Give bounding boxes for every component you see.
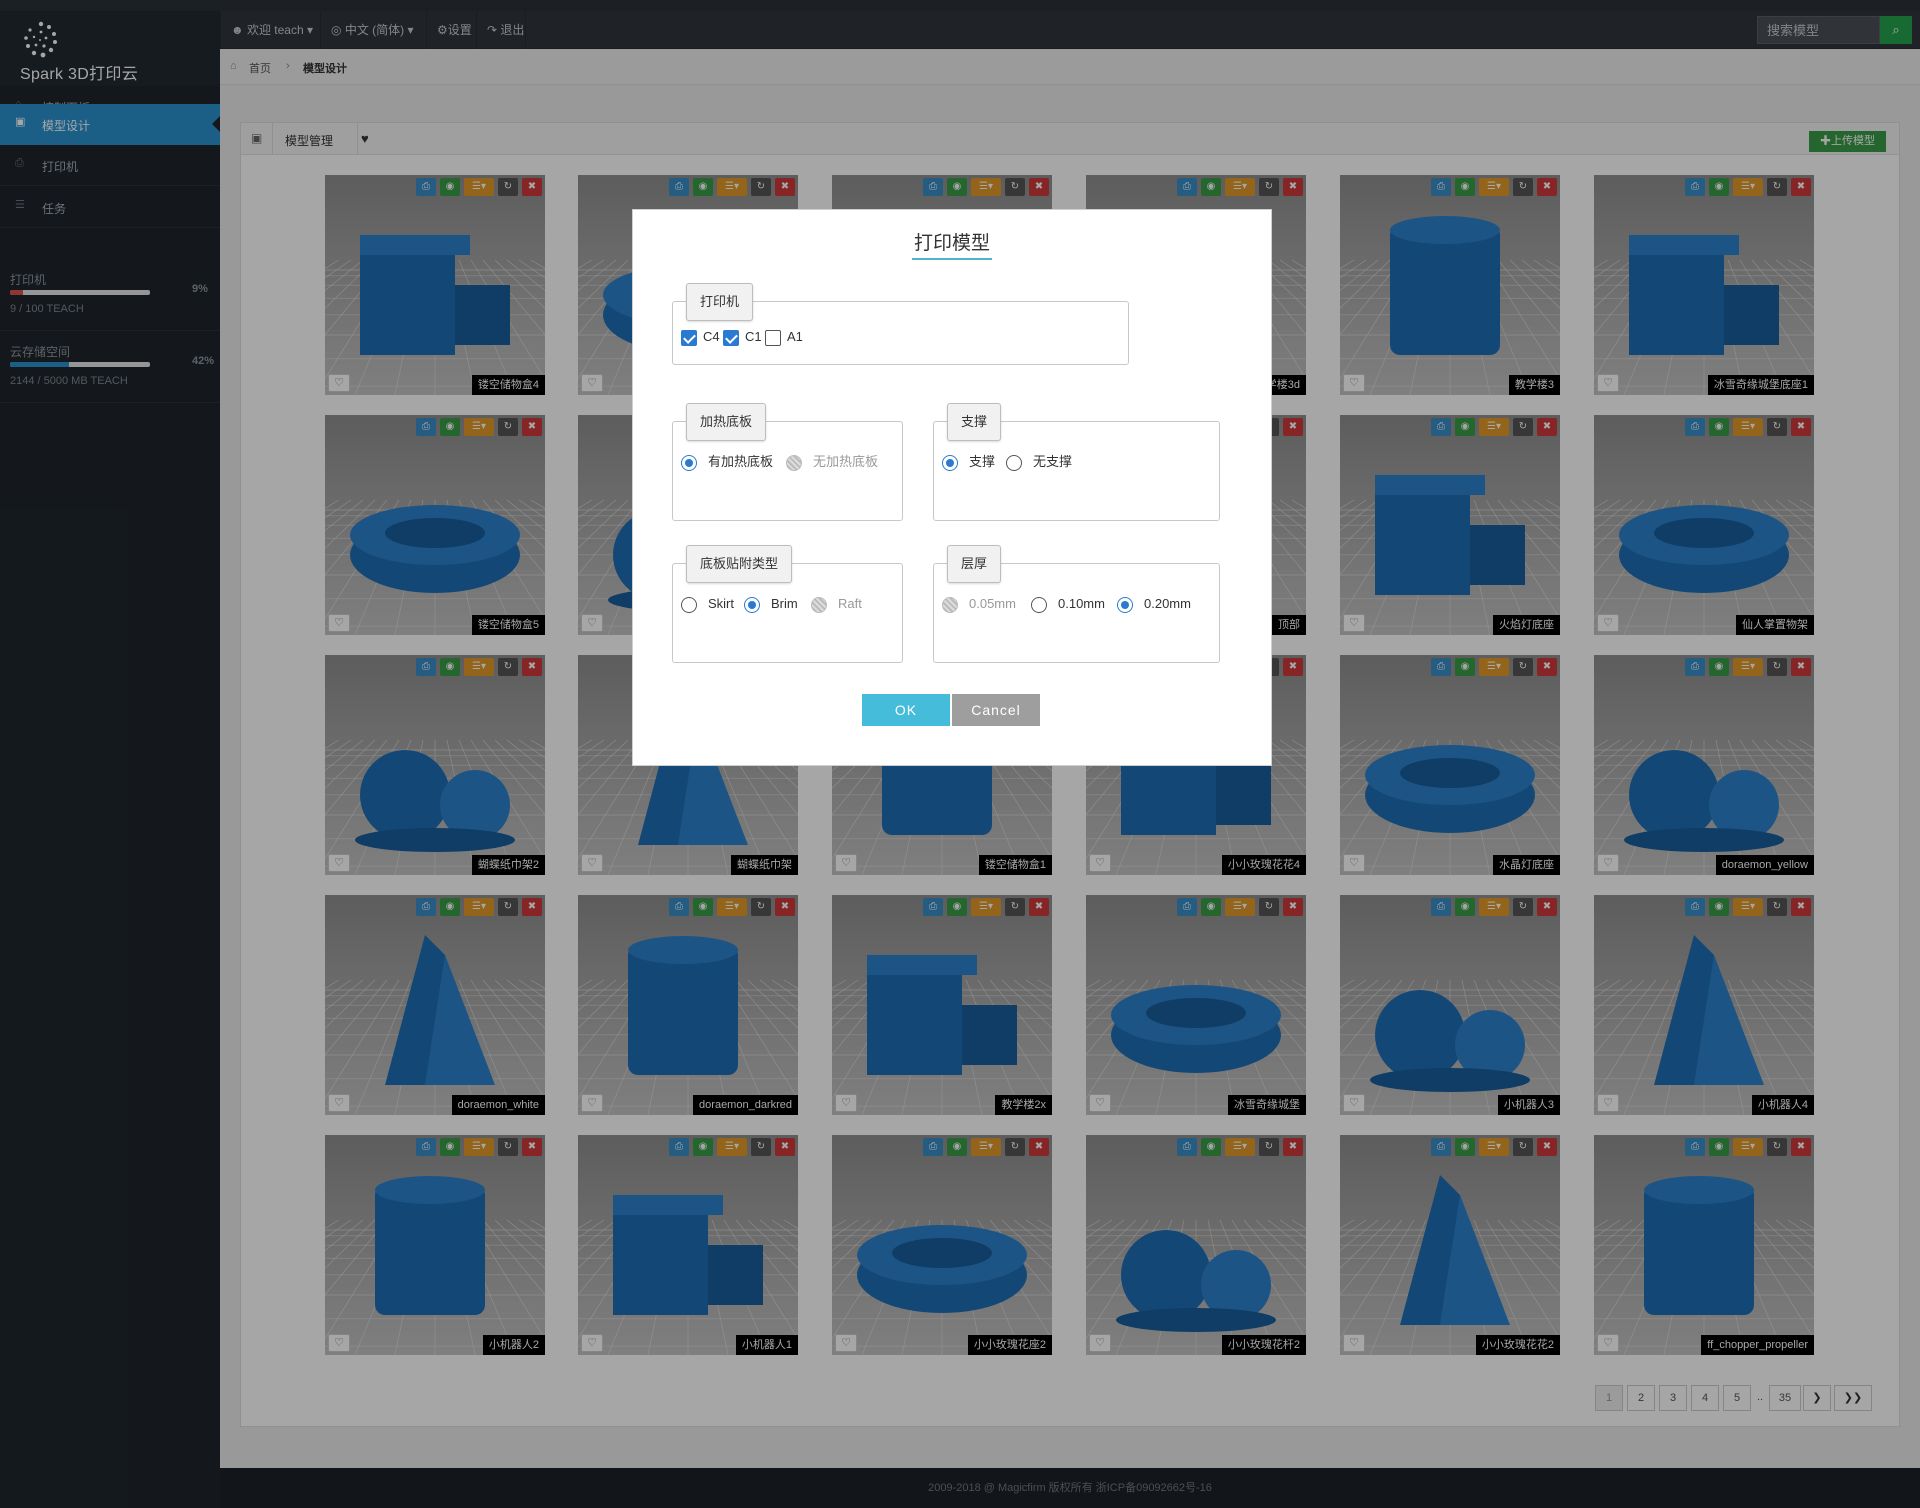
support-yes-label: 支撑 (969, 454, 996, 469)
heatbed-legend: 加热底板 (686, 403, 767, 441)
layer-legend: 层厚 (947, 545, 1002, 583)
printer-legend: 打印机 (686, 283, 754, 321)
heatbed-no-radio[interactable] (786, 455, 802, 471)
layer-005-radio[interactable] (942, 597, 958, 613)
support-legend: 支撑 (947, 403, 1002, 441)
printer-c4-label: C4 (703, 329, 720, 344)
printer-a1-checkbox[interactable] (765, 330, 781, 346)
printer-c1-checkbox[interactable] (723, 330, 739, 346)
adhesion-skirt-label: Skirt (708, 596, 734, 611)
heatbed-yes-label: 有加热底板 (708, 454, 774, 469)
layer-005-label: 0.05mm (969, 596, 1016, 611)
adhesion-brim-radio[interactable] (744, 597, 760, 613)
adhesion-skirt-radio[interactable] (681, 597, 697, 613)
adhesion-brim-label: Brim (771, 596, 798, 611)
printer-c1-label: C1 (745, 329, 762, 344)
adhesion-raft-radio[interactable] (811, 597, 827, 613)
layer-020-label: 0.20mm (1144, 596, 1191, 611)
heatbed-no-label: 无加热底板 (813, 454, 879, 469)
print-model-dialog: 打印模型 C4 C1 A1 打印机 有加热底板 无加热底板 加热底板 支撑 无支… (632, 209, 1272, 766)
cancel-button[interactable]: Cancel (952, 694, 1040, 726)
printer-a1-label: A1 (787, 329, 803, 344)
support-no-label: 无支撑 (1033, 454, 1073, 469)
support-yes-radio[interactable] (942, 455, 958, 471)
printer-c4-checkbox[interactable] (681, 330, 697, 346)
layer-020-radio[interactable] (1117, 597, 1133, 613)
adhesion-legend: 底板贴附类型 (686, 545, 793, 583)
adhesion-raft-label: Raft (838, 596, 862, 611)
layer-010-radio[interactable] (1031, 597, 1047, 613)
heatbed-yes-radio[interactable] (681, 455, 697, 471)
ok-button[interactable]: OK (862, 694, 950, 726)
layer-010-label: 0.10mm (1058, 596, 1105, 611)
support-no-radio[interactable] (1006, 455, 1022, 471)
title-underline (912, 258, 992, 260)
dialog-title: 打印模型 (913, 233, 990, 254)
